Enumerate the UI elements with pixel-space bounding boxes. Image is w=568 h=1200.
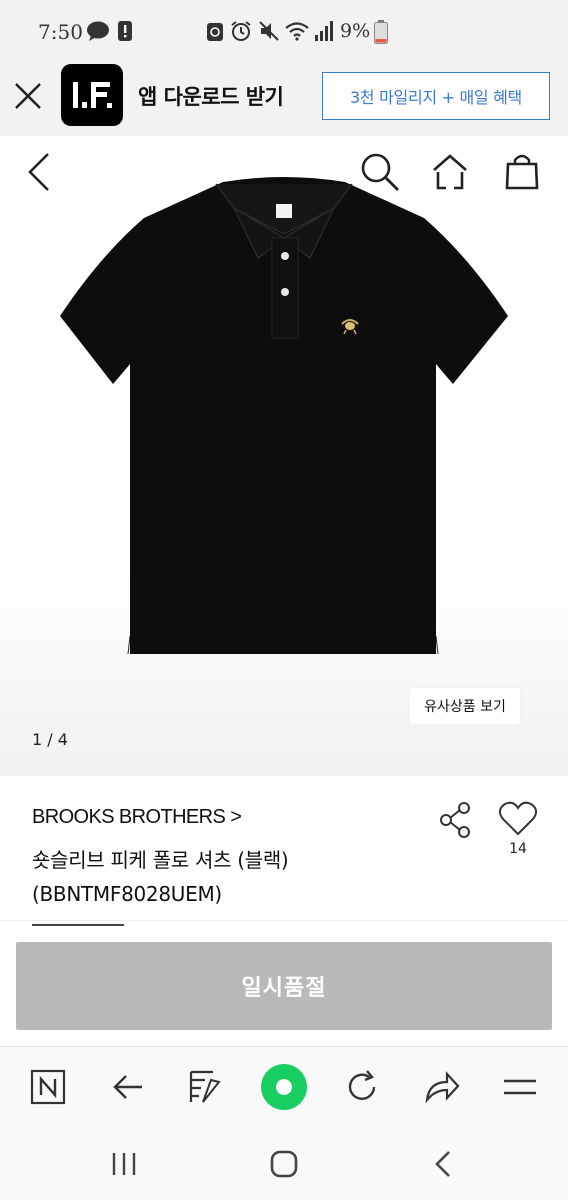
banner-title: 앱 다운로드 받기 bbox=[138, 85, 284, 109]
status-time: 7:50 bbox=[38, 20, 83, 44]
recents-icon[interactable] bbox=[104, 1146, 144, 1182]
product-image-gallery[interactable]: 유사상품 보기 1 / 4 bbox=[0, 136, 568, 776]
chat-bubble-icon bbox=[87, 21, 109, 41]
menu-icon[interactable] bbox=[498, 1065, 542, 1109]
browser-toolbar bbox=[0, 1046, 568, 1126]
battery-icon bbox=[374, 20, 388, 44]
like-count: 14 bbox=[509, 841, 527, 857]
heart-icon[interactable] bbox=[498, 800, 538, 838]
recycle-icon bbox=[207, 23, 223, 41]
home-button-icon[interactable] bbox=[264, 1146, 304, 1182]
purchase-bar: 일시품절 bbox=[0, 926, 568, 1046]
mileage-promo-button[interactable]: 3천 마일리지 + 매일 혜택 bbox=[322, 72, 550, 120]
app-download-banner: 앱 다운로드 받기 3천 마일리지 + 매일 혜택 bbox=[0, 56, 568, 136]
alarm-icon bbox=[231, 21, 251, 41]
alert-icon bbox=[118, 21, 132, 41]
soldout-button[interactable]: 일시품절 bbox=[16, 942, 552, 1030]
mute-icon bbox=[259, 21, 279, 41]
android-navigation-bar bbox=[0, 1126, 568, 1200]
close-icon[interactable] bbox=[12, 78, 44, 114]
battery-percent: 9% bbox=[340, 20, 371, 42]
wifi-icon bbox=[285, 22, 309, 41]
brand-link[interactable]: BROOKS BROTHERS > bbox=[32, 806, 242, 829]
status-bar: 7:50 9% bbox=[0, 0, 568, 56]
naver-icon[interactable] bbox=[26, 1065, 70, 1109]
lf-logo[interactable] bbox=[61, 64, 123, 126]
bookmark-icon[interactable] bbox=[182, 1065, 226, 1109]
product-name: 숏슬리브 피케 폴로 셔츠 (블랙) (BBNTMF8028UEM) bbox=[32, 848, 289, 906]
back-arrow-icon[interactable] bbox=[106, 1065, 150, 1109]
polo-shirt-image bbox=[60, 177, 508, 655]
green-dot-icon[interactable] bbox=[260, 1063, 308, 1111]
back-chevron-icon[interactable] bbox=[22, 150, 58, 194]
share-icon[interactable] bbox=[438, 800, 474, 840]
signal-icon bbox=[315, 21, 333, 41]
back-icon[interactable] bbox=[424, 1146, 464, 1182]
similar-products-button[interactable]: 유사상품 보기 bbox=[410, 688, 520, 724]
divider bbox=[0, 920, 568, 921]
refresh-icon[interactable] bbox=[340, 1065, 384, 1109]
image-counter: 1 / 4 bbox=[32, 730, 68, 749]
share-arrow-icon[interactable] bbox=[420, 1065, 464, 1109]
